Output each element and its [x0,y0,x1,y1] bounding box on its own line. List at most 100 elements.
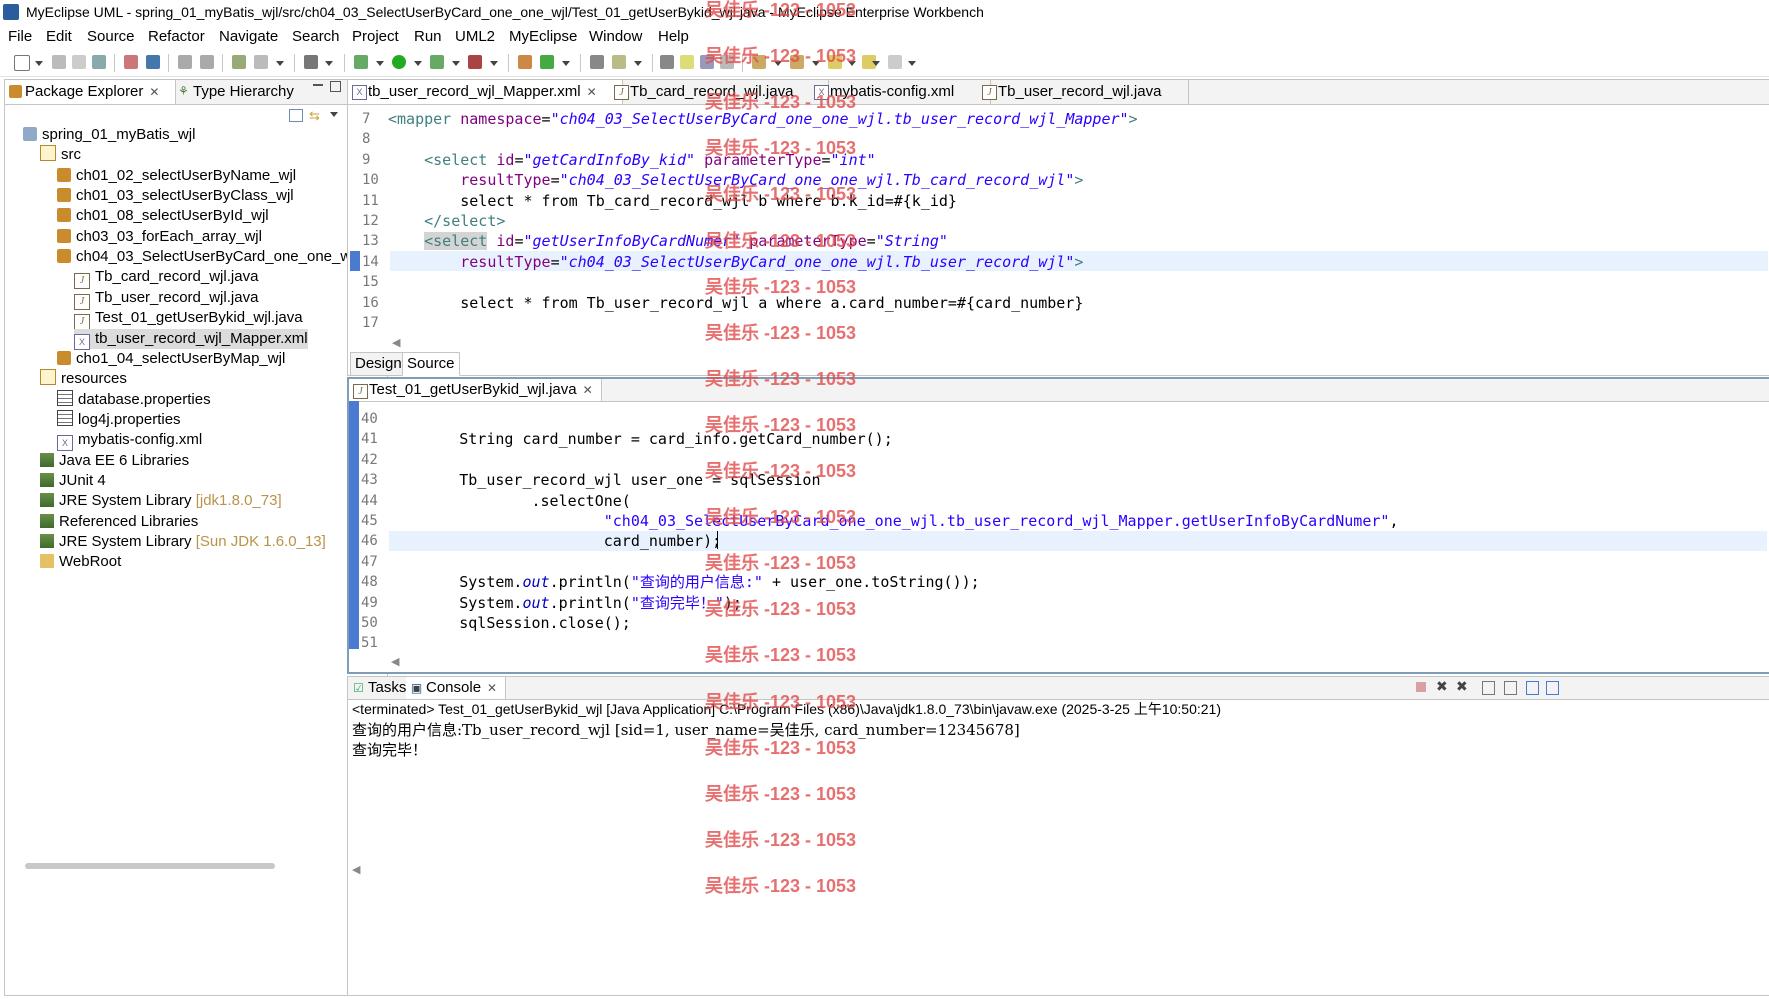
tree-item[interactable]: log4j.properties [57,409,181,430]
menu-source[interactable]: Source [87,28,135,45]
block-selection-icon[interactable] [700,55,714,69]
view-menu-icon[interactable] [330,112,338,117]
tab-card-record-java[interactable]: J Tb_card_record_wjl.java [610,80,829,104]
tree-item[interactable]: Xtb_user_record_wjl_Mapper.xml [74,328,308,350]
tree-item[interactable]: spring_01_myBatis_wjl [23,125,195,145]
last-edit-icon[interactable] [828,55,842,69]
deploy-icon[interactable] [232,55,246,69]
tab-source[interactable]: Source [402,352,460,376]
open-type-icon[interactable] [124,55,138,69]
close-icon[interactable]: ✕ [583,383,593,397]
tab-test-java[interactable]: J Test_01_getUserBykid_wjl.java ✕ [349,379,602,401]
tree-item[interactable]: J Test_01_getUserBykid_wjl.java [74,308,303,331]
menu-search[interactable]: Search [292,28,340,45]
tree-item[interactable]: src [40,145,81,165]
tree-item[interactable]: Referenced Libraries [40,512,198,532]
next-annotation-icon[interactable] [752,55,766,69]
external-tools-icon[interactable] [468,55,482,69]
menu-edit[interactable]: Edit [46,28,72,45]
run-icon[interactable] [392,55,406,69]
menu-myeclipse[interactable]: MyEclipse [509,28,577,45]
camera-icon[interactable] [304,55,318,69]
clear-console-icon[interactable] [1482,681,1495,695]
tree-item[interactable]: ch01_02_selectUserByName_wjl [57,166,296,186]
server-icon[interactable] [254,55,268,69]
tree-item-label: ch01_02_selectUserByName_wjl [76,166,297,184]
open-task-icon[interactable] [590,55,604,69]
remove-launch-icon[interactable]: ✖ [1436,678,1448,695]
tree-item[interactable]: ch01_08_selectUserById_wjl [57,206,269,226]
close-icon[interactable]: ✕ [587,85,597,99]
scroll-left-icon[interactable]: ◀ [391,655,399,668]
redo-icon[interactable] [200,55,214,69]
tree-item[interactable]: J Tb_user_record_wjl.java [74,288,258,310]
code-line: select * from Tb_user_record_wjl a where… [388,293,1084,312]
save-all-icon[interactable] [72,55,86,69]
coverage-icon[interactable] [430,55,444,69]
show-whitespace-icon[interactable] [720,55,734,69]
tree-item[interactable]: JRE System Library [jdk1.8.0_73] [40,491,282,511]
horizontal-scrollbar[interactable] [25,863,275,869]
undo-icon[interactable] [178,55,192,69]
tree-item[interactable]: resources [40,369,127,389]
tree-item[interactable]: Xmybatis-config.xml [57,430,202,452]
save-icon[interactable] [52,55,66,69]
toggle-mark-icon[interactable] [660,55,674,69]
tab-mapper-xml[interactable]: X tb_user_record_wjl_Mapper.xml ✕ [348,80,623,104]
menu-run[interactable]: Run [414,28,442,45]
scroll-left-icon[interactable]: ◀ [352,863,360,876]
search-icon[interactable] [612,55,626,69]
scroll-left-icon[interactable]: ◀ [392,336,400,349]
tree-item[interactable]: cho1_04_selectUserByMap_wjl [57,349,285,369]
menu-project[interactable]: Project [352,28,399,45]
debug-icon[interactable] [354,55,368,69]
close-icon[interactable]: ✕ [149,85,159,99]
code-line: System.out.println("查询完毕！"); [387,593,742,612]
new-package-icon[interactable] [518,55,532,69]
menu-navigate[interactable]: Navigate [219,28,278,45]
maximize-icon[interactable] [330,81,341,92]
display-console-icon[interactable] [1546,681,1559,695]
tab-console[interactable]: ▣ Console ✕ [406,677,507,699]
menu-window[interactable]: Window [589,28,642,45]
properties-file-icon [57,389,73,406]
print-icon[interactable] [92,55,106,69]
toggle-highlight-icon[interactable] [680,55,694,69]
tab-package-explorer[interactable]: Package Explorer ✕ [5,80,176,104]
remove-all-icon[interactable]: ✖ [1456,678,1468,695]
new-class-icon[interactable] [540,55,554,69]
scroll-lock-icon[interactable] [1504,681,1517,695]
tree-item[interactable]: ch03_03_forEach_array_wjl [57,227,262,247]
link-with-editor-icon[interactable]: ⇆ [309,108,320,124]
close-icon[interactable]: ✕ [487,681,497,695]
tree-item-label: ch01_08_selectUserById_wjl [76,207,269,225]
open-resource-icon[interactable] [146,55,160,69]
menu-file[interactable]: File [8,28,32,45]
forward-icon[interactable] [888,55,902,69]
tab-user-record-java[interactable]: J Tb_user_record_wjl.java [978,80,1189,104]
tree-item[interactable]: JUnit 4 [40,471,106,491]
code-line: .selectOne( [387,491,631,510]
menu-uml2[interactable]: UML2 [455,28,495,45]
line-number: 48 [361,574,378,591]
tab-design[interactable]: Design [350,352,407,376]
tree-item[interactable]: J Tb_card_record_wjl.java [74,267,258,290]
menu-help[interactable]: Help [658,28,689,45]
tab-tasks[interactable]: ☑ Tasks [348,677,406,699]
tree-item[interactable]: WebRoot [40,552,121,572]
tree-item[interactable]: JRE System Library [Sun JDK 1.6.0_13] [40,532,326,552]
prev-annotation-icon[interactable] [790,55,804,69]
new-icon[interactable] [14,55,30,71]
collapse-all-icon[interactable] [289,109,303,122]
menu-refactor[interactable]: Refactor [148,28,205,45]
tab-mybatis-config[interactable]: X mybatis-config.xml [810,80,991,104]
pin-console-icon[interactable] [1526,681,1539,695]
tab-type-hierarchy[interactable]: ⚘ Type Hierarchy [173,80,294,104]
tree-item[interactable]: ch04_03_SelectUserByCard_one_one_wjl [57,247,358,267]
tree-item[interactable]: database.properties [57,389,211,410]
minimize-icon[interactable] [313,84,323,86]
tree-item[interactable]: ch01_03_selectUserByClass_wjl [57,186,294,206]
code-line: Tb_user_record_wjl user_one = sqlSession [387,471,821,490]
terminate-icon[interactable] [1416,682,1426,692]
tree-item[interactable]: Java EE 6 Libraries [40,451,189,471]
